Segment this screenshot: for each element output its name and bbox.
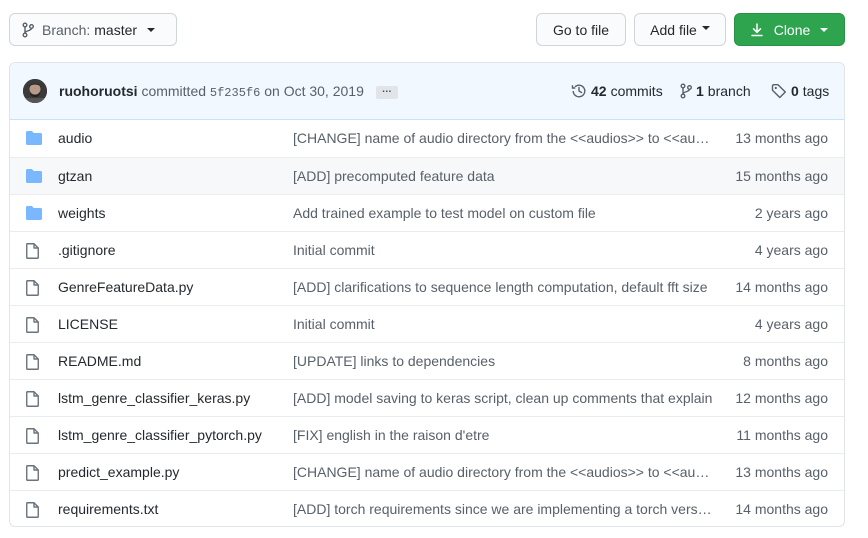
file-row[interactable]: .gitignore Initial commit 4 years ago — [10, 231, 844, 268]
file-name-link[interactable]: lstm_genre_classifier_keras.py — [58, 390, 250, 406]
commit-age: 14 months ago — [735, 279, 828, 295]
file-name-link[interactable]: weights — [58, 205, 105, 221]
chevron-down-icon — [147, 27, 156, 32]
file-row[interactable]: lstm_genre_classifier_pytorch.py [FIX] en… — [10, 416, 844, 453]
commit-summary: ruohoruotsi committed 5f235f6 on Oct 30,… — [59, 83, 398, 100]
commit-age: 14 months ago — [735, 501, 828, 517]
commit-sha-link[interactable]: 5f235f6 — [210, 86, 260, 100]
file-icon — [26, 280, 39, 296]
file-name-link[interactable]: GenreFeatureData.py — [58, 279, 193, 295]
commit-age: 4 years ago — [754, 316, 828, 332]
branches-label: branch — [707, 83, 751, 99]
chevron-down-icon — [820, 27, 829, 32]
file-name-link[interactable]: README.md — [58, 353, 141, 369]
file-name-link[interactable]: LICENSE — [58, 316, 118, 332]
commit-message-link[interactable]: Add trained example to test model on cus… — [293, 205, 713, 221]
commit-verb: committed — [141, 83, 207, 99]
commit-age: 11 months ago — [736, 427, 828, 443]
branch-select-button[interactable]: Branch: master — [9, 13, 177, 46]
commit-message-link[interactable]: Initial commit — [293, 242, 713, 258]
go-to-file-label: Go to file — [552, 21, 610, 38]
file-name-link[interactable]: predict_example.py — [58, 464, 179, 480]
commit-age: 13 months ago — [735, 464, 828, 480]
commits-link[interactable]: 42 commits — [571, 83, 663, 99]
commit-age: 12 months ago — [735, 390, 828, 406]
file-icon — [26, 502, 39, 518]
file-row[interactable]: requirements.txt [ADD] torch requirements… — [10, 490, 844, 526]
commit-message-link[interactable]: [UPDATE] links to dependencies — [293, 353, 713, 369]
go-to-file-button[interactable]: Go to file — [536, 13, 626, 46]
file-icon — [26, 243, 39, 259]
commit-author-link[interactable]: ruohoruotsi — [59, 83, 138, 99]
download-icon — [750, 22, 763, 37]
file-row[interactable]: lstm_genre_classifier_keras.py [ADD] mode… — [10, 379, 844, 416]
commit-message-link[interactable]: [FIX] english in the raison d'etre — [293, 427, 713, 443]
tags-count: 0 — [791, 83, 799, 99]
file-icon — [26, 317, 39, 333]
clone-button[interactable]: Clone — [734, 13, 845, 46]
commit-age: 4 years ago — [754, 242, 828, 258]
commit-age: 15 months ago — [735, 168, 828, 184]
file-row[interactable]: audio [CHANGE] name of audio directory fr… — [10, 120, 844, 157]
commit-age: 13 months ago — [735, 130, 828, 146]
file-name-link[interactable]: .gitignore — [58, 242, 116, 258]
file-icon — [26, 391, 39, 407]
file-browser: ruohoruotsi committed 5f235f6 on Oct 30,… — [9, 62, 845, 527]
commit-expand-button[interactable]: … — [375, 84, 398, 99]
file-row[interactable]: predict_example.py [CHANGE] name of audio… — [10, 453, 844, 490]
file-row[interactable]: LICENSE Initial commit 4 years ago — [10, 305, 844, 342]
commit-message-link[interactable]: [CHANGE] name of audio directory from th… — [293, 130, 713, 146]
commit-age: 2 years ago — [754, 205, 828, 221]
branches-count: 1 — [696, 83, 704, 99]
file-icon — [26, 465, 39, 481]
git-branch-icon — [22, 22, 34, 38]
tags-link[interactable]: 0 tags — [771, 83, 829, 99]
folder-icon — [26, 206, 42, 220]
tags-label: tags — [802, 83, 830, 99]
file-row[interactable]: GenreFeatureData.py [ADD] clarifications … — [10, 268, 844, 305]
latest-commit-bar: ruohoruotsi committed 5f235f6 on Oct 30,… — [10, 63, 844, 120]
history-icon — [571, 83, 587, 99]
file-list: audio [CHANGE] name of audio directory fr… — [10, 120, 844, 526]
branch-prefix: Branch: — [42, 21, 91, 38]
folder-icon — [26, 169, 42, 183]
branches-link[interactable]: 1 branch — [680, 83, 751, 99]
file-name-link[interactable]: lstm_genre_classifier_pytorch.py — [58, 427, 262, 443]
avatar[interactable] — [23, 79, 47, 103]
file-icon — [26, 354, 39, 370]
clone-label: Clone — [773, 21, 811, 38]
commit-date: Oct 30, 2019 — [283, 83, 364, 99]
file-row[interactable]: weights Add trained example to test model… — [10, 194, 844, 231]
commit-message-link[interactable]: Initial commit — [293, 316, 713, 332]
commit-message-link[interactable]: [ADD] torch requirements since we are im… — [293, 501, 713, 517]
file-row[interactable]: README.md [UPDATE] links to dependencies 8… — [10, 342, 844, 379]
commits-label: commits — [610, 83, 663, 99]
commits-count: 42 — [591, 83, 607, 99]
folder-icon — [26, 131, 42, 145]
tag-icon — [771, 83, 787, 99]
commit-age: 8 months ago — [743, 353, 828, 369]
commit-message-link[interactable]: [CHANGE] name of audio directory from th… — [293, 464, 713, 480]
commit-on-label: on — [264, 83, 280, 99]
commit-message-link[interactable]: [ADD] model saving to keras script, clea… — [293, 390, 713, 406]
add-file-button[interactable]: Add file — [634, 13, 726, 46]
chevron-down-icon — [701, 25, 710, 30]
file-icon — [26, 428, 39, 444]
add-file-label: Add file — [650, 21, 697, 38]
file-name-link[interactable]: audio — [58, 130, 92, 146]
branch-name: master — [94, 21, 138, 38]
commit-message-link[interactable]: [ADD] clarifications to sequence length … — [293, 279, 713, 295]
file-row[interactable]: gtzan [ADD] precomputed feature data 15 mo… — [10, 157, 844, 194]
git-branch-icon — [680, 83, 692, 99]
file-name-link[interactable]: requirements.txt — [58, 501, 158, 517]
commit-message-link[interactable]: [ADD] precomputed feature data — [293, 168, 713, 184]
file-name-link[interactable]: gtzan — [58, 168, 92, 184]
